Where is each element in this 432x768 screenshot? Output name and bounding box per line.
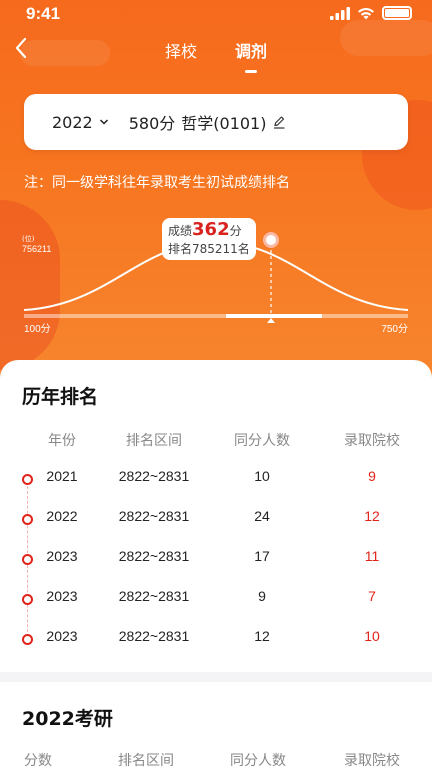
- tooltip-score-prefix: 成绩: [168, 224, 193, 238]
- row-year: 2023: [46, 548, 78, 564]
- row-year: 2021: [46, 468, 78, 484]
- header-range: 排名区间: [126, 433, 182, 449]
- table-row[interactable]: 2023 2822~2831 9 7: [0, 588, 432, 612]
- row-schools: 11: [364, 548, 380, 564]
- exam-rank-card: 2022考研 分数 排名区间 同分人数 录取院校: [0, 682, 432, 768]
- row-count: 17: [254, 548, 270, 564]
- header-range: 排名区间: [118, 753, 174, 768]
- header-schools: 录取院校: [344, 753, 400, 768]
- row-range: 2822~2831: [118, 508, 190, 524]
- x-axis-max: 750分: [381, 324, 408, 335]
- battery-icon: [382, 6, 412, 20]
- tab-adjustment[interactable]: 调剂: [235, 38, 267, 62]
- tooltip-rank: 排名785211名: [168, 242, 250, 256]
- edit-icon[interactable]: [272, 115, 286, 129]
- x-axis-min: 100分: [24, 324, 51, 335]
- row-count: 10: [254, 468, 270, 484]
- subject-value: 哲学(0101): [181, 114, 267, 133]
- table-row[interactable]: 2022 2822~2831 24 12: [0, 508, 432, 532]
- tooltip-score-suffix: 分: [229, 224, 242, 238]
- score-value: 580分: [128, 114, 176, 133]
- tab-choose-school[interactable]: 择校: [165, 38, 197, 62]
- header-count: 同分人数: [234, 433, 290, 449]
- row-schools: 12: [364, 508, 380, 524]
- status-time: 9:41: [26, 4, 61, 23]
- year-value: 2022: [52, 112, 93, 132]
- marker-pointer: [267, 318, 275, 323]
- top-tabs: 择校 调剂: [0, 38, 432, 62]
- score-marker[interactable]: [263, 232, 279, 248]
- ranking-note: 注：同一级学科往年录取考生初试成绩排名: [24, 175, 290, 191]
- history-table-header: 年份 排名区间 同分人数 录取院校: [0, 430, 432, 450]
- row-schools: 7: [368, 588, 376, 604]
- status-bar: 9:41: [0, 0, 432, 28]
- signal-icon: [330, 6, 350, 20]
- chevron-down-icon: [99, 119, 108, 125]
- header-year: 年份: [48, 433, 76, 449]
- row-count: 24: [254, 508, 270, 524]
- history-rank-card: 历年排名 年份 排名区间 同分人数 录取院校 2021 2822~2831 10…: [0, 360, 432, 672]
- exam-title: 2022考研: [22, 708, 113, 730]
- header-schools: 录取院校: [344, 433, 400, 449]
- row-range: 2822~2831: [118, 588, 190, 604]
- row-range: 2822~2831: [118, 468, 190, 484]
- exam-table-header: 分数 排名区间 同分人数 录取院校: [0, 750, 432, 768]
- row-year: 2023: [46, 628, 78, 644]
- row-count: 9: [258, 588, 266, 604]
- row-range: 2822~2831: [118, 628, 190, 644]
- score-selector[interactable]: 2022 580分 哲学(0101): [24, 94, 408, 150]
- row-schools: 10: [364, 628, 380, 644]
- table-row[interactable]: 2023 2822~2831 17 11: [0, 548, 432, 572]
- header-count: 同分人数: [230, 753, 286, 768]
- row-year: 2022: [46, 508, 78, 524]
- score-tooltip: 成绩362分 排名785211名: [162, 218, 256, 260]
- table-row[interactable]: 2023 2822~2831 12 10: [0, 628, 432, 652]
- row-count: 12: [254, 628, 270, 644]
- row-schools: 9: [368, 468, 376, 484]
- row-year: 2023: [46, 588, 78, 604]
- year-dropdown[interactable]: 2022: [52, 113, 109, 132]
- table-row[interactable]: 2021 2822~2831 10 9: [0, 468, 432, 492]
- row-range: 2822~2831: [118, 548, 190, 564]
- history-title: 历年排名: [22, 386, 99, 408]
- header-score: 分数: [24, 753, 52, 768]
- tooltip-score: 362: [192, 219, 230, 240]
- wifi-icon: [358, 7, 374, 19]
